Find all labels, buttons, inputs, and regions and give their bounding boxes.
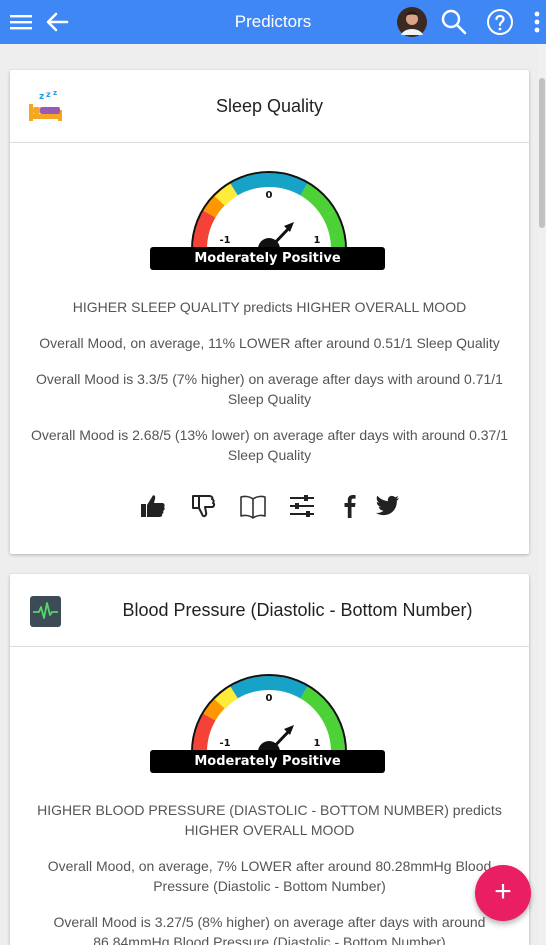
gauge-min-label: -1 (219, 235, 230, 246)
gauge-max-label: 1 (314, 738, 321, 749)
card-title: Blood Pressure (Diastolic - Bottom Numbe… (122, 600, 473, 620)
book-icon[interactable] (238, 491, 268, 521)
thumbs-down-icon[interactable] (188, 491, 218, 521)
prediction-detail: Overall Mood is 3.27/5 (8% higher) on av… (53, 914, 486, 945)
relationship-caption: Moderately Positive Relationship (150, 247, 385, 289)
card-title: Sleep Quality (215, 96, 324, 116)
card-actions (10, 491, 529, 523)
twitter-icon[interactable] (371, 491, 401, 521)
thumbs-up-icon[interactable] (138, 491, 168, 521)
gauge-mid-label: 0 (266, 190, 273, 201)
gauge-max-label: 1 (314, 235, 321, 246)
more-vert-icon[interactable] (528, 8, 544, 36)
add-fab-button[interactable]: + (475, 865, 531, 921)
predictor-card-blood-pressure[interactable]: Blood Pressure (Diastolic - Bottom Numbe… (10, 574, 529, 945)
avatar[interactable] (397, 7, 427, 37)
app-bar: Predictors (0, 0, 546, 44)
help-icon[interactable] (486, 8, 514, 36)
predictor-card-sleep-quality[interactable]: z z z Sleep Quality 0 -1 1 Moderately Po… (10, 70, 529, 554)
prediction-detail: Overall Mood is 3.3/5 (7% higher) on ave… (36, 371, 503, 407)
prediction-summary: HIGHER SLEEP QUALITY predicts HIGHER OVE… (72, 299, 467, 315)
prediction-detail: Overall Mood, on average, 11% LOWER afte… (39, 335, 500, 351)
prediction-detail: Overall Mood, on average, 7% LOWER after… (47, 858, 492, 894)
card-header: Blood Pressure (Diastolic - Bottom Numbe… (10, 574, 529, 647)
search-icon[interactable] (440, 8, 468, 36)
prediction-summary: HIGHER BLOOD PRESSURE (DIASTOLIC - BOTTO… (37, 802, 502, 838)
gauge-min-label: -1 (219, 738, 230, 749)
sliders-icon[interactable] (287, 491, 317, 521)
relationship-caption: Moderately Positive Relationship (150, 750, 385, 792)
card-header: z z z Sleep Quality (10, 70, 529, 143)
prediction-detail: Overall Mood is 2.68/5 (13% lower) on av… (30, 427, 509, 463)
facebook-icon[interactable] (335, 491, 365, 521)
gauge-mid-label: 0 (266, 693, 273, 704)
heart-monitor-icon (30, 596, 61, 627)
scrollbar-thumb[interactable] (539, 78, 545, 228)
